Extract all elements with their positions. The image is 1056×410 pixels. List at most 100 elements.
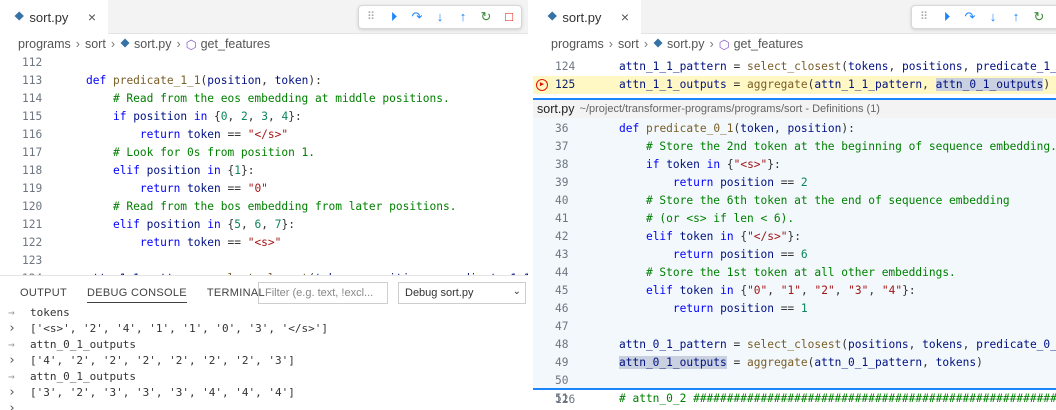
restart-icon[interactable]: ↻ [1033,10,1045,24]
line-number[interactable]: 116 [22,126,52,144]
code-line[interactable]: 36 def predicate_0_1(token, position): [533,120,1056,138]
line-number[interactable]: 46 [555,300,585,318]
code-line[interactable]: 113 def predicate_1_1(position, token): [0,72,528,90]
code-line[interactable]: 41 # (or <s> if len < 6). [533,210,1056,228]
line-number[interactable]: 39 [555,174,585,192]
line-number[interactable]: 43 [555,246,585,264]
line-number[interactable]: 123 [22,252,52,270]
line-number[interactable]: 122 [22,234,52,252]
debug-session-select[interactable]: Debug sort.py ⌄ [398,282,526,304]
close-icon[interactable]: × [621,9,629,25]
peek-definition-editor[interactable]: 36 def predicate_0_1(token, position): 37 … [533,118,1056,405]
line-number[interactable]: 113 [22,72,52,90]
code-line[interactable]: 114 # Read from the eos embedding at mid… [0,90,528,108]
line-number[interactable]: 114 [22,90,52,108]
line-number[interactable]: 38 [555,156,585,174]
line-number[interactable]: 36 [555,120,585,138]
step-into-icon[interactable]: ↓ [434,10,446,24]
step-out-icon[interactable]: ↑ [1010,10,1022,24]
code-line[interactable]: 44 # Store the 1st token at all other em… [533,264,1056,282]
breakpoint-icon[interactable]: ▶ [536,79,548,91]
line-number[interactable]: 40 [555,192,585,210]
line-number[interactable]: 41 [555,210,585,228]
code-line[interactable]: 126 [533,391,1056,409]
code-line[interactable]: 45 elif token in {"0", "1", "2", "3", "4… [533,282,1056,300]
code-editor-after[interactable]: 126 [533,391,1056,410]
line-number[interactable]: 49 [555,354,585,372]
code-line[interactable]: 43 return position == 6 [533,246,1056,264]
tab-output[interactable]: OUTPUT [20,287,67,299]
code-line[interactable]: 47 [533,318,1056,336]
code-line[interactable]: 119 return token == "0" [0,180,528,198]
step-out-icon[interactable]: ↑ [457,10,469,24]
line-number[interactable]: 121 [22,216,52,234]
line-number[interactable]: 112 [22,54,52,72]
tab-sort-py[interactable]: ⯁ sort.py × [0,0,108,34]
code-line[interactable]: 118 elif position in {1}: [0,162,528,180]
code-line[interactable]: 124 attn_1_1_pattern = select_closest(tok… [533,58,1056,76]
code-line[interactable]: 120 # Read from the bos embedding from l… [0,198,528,216]
stop-icon[interactable]: □ [503,10,515,24]
code-text: attn_1_1_pattern = select_closest(tokens… [619,60,1056,73]
code-line[interactable]: 112 [0,54,528,72]
breadcrumb-symbol[interactable]: get_features [734,37,804,51]
line-number[interactable]: 47 [555,318,585,336]
line-number[interactable]: 125 [555,76,585,94]
breadcrumb-file[interactable]: sort.py [134,37,172,51]
code-line[interactable]: 116 return token == "</s>" [0,126,528,144]
breadcrumb-sort[interactable]: sort [618,37,639,51]
tab-debug-console[interactable]: DEBUG CONSOLE [87,283,187,303]
step-into-icon[interactable]: ↓ [987,10,999,24]
code-editor[interactable]: 112 113 def predicate_1_1(position, token)… [0,54,528,303]
code-line[interactable]: 122 return token == "<s>" [0,234,528,252]
close-icon[interactable]: × [88,9,96,25]
line-number[interactable]: 44 [555,264,585,282]
line-number[interactable]: 37 [555,138,585,156]
continue-icon[interactable]: ⏵ [388,10,400,24]
breadcrumb-symbol[interactable]: get_features [201,37,271,51]
line-number[interactable]: 48 [555,336,585,354]
line-number[interactable]: 117 [22,144,52,162]
step-over-icon[interactable]: ↷ [964,10,976,24]
debug-console[interactable]: → tokens › ['<s>', '2', '4', '1', '1', '0',… [0,306,528,410]
code-line[interactable]: 42 elif token in {"</s>"}: [533,228,1056,246]
code-line[interactable]: 49 attn_0_1_outputs = aggregate(attn_0_1_… [533,354,1056,372]
tab-sort-py[interactable]: ⯁ sort.py × [533,0,641,34]
code-line[interactable]: 46 return position == 1 [533,300,1056,318]
code-line[interactable]: 121 elif position in {5, 6, 7}: [0,216,528,234]
drag-grip-icon[interactable]: ⠿ [918,10,930,24]
code-text: if position in {0, 2, 3, 4}: [112,110,302,123]
code-line[interactable]: 38 if token in {"<s>"}: [533,156,1056,174]
code-line[interactable]: 37 # Store the 2nd token at the beginnin… [533,138,1056,156]
line-number[interactable]: 120 [22,198,52,216]
breadcrumb-sort[interactable]: sort [85,37,106,51]
code-line[interactable]: 115 if position in {0, 2, 3, 4}: [0,108,528,126]
code-line[interactable]: 39 return position == 2 [533,174,1056,192]
code-line[interactable]: 50 [533,372,1056,390]
line-number[interactable]: 124 [555,58,585,76]
code-line[interactable]: 40 # Store the 6th token at the end of s… [533,192,1056,210]
step-over-icon[interactable]: ↷ [411,10,423,24]
line-number[interactable]: 42 [555,228,585,246]
restart-icon[interactable]: ↻ [480,10,492,24]
python-file-icon: ⯁ [14,9,25,24]
line-number[interactable]: 118 [22,162,52,180]
code-editor[interactable]: 124 attn_1_1_pattern = select_closest(tok… [533,58,1056,96]
line-number[interactable]: 126 [555,391,585,409]
continue-icon[interactable]: ⏵ [941,10,953,24]
peek-file[interactable]: sort.py [537,102,575,116]
line-number[interactable]: 115 [22,108,52,126]
code-line[interactable]: 117 # Look for 0s from position 1. [0,144,528,162]
line-number[interactable]: 119 [22,180,52,198]
breadcrumb-programs[interactable]: programs [551,37,604,51]
line-number[interactable]: 50 [555,372,585,390]
code-line[interactable]: 125 attn_1_1_outputs = aggregate(attn_1_1… [533,76,1056,94]
breadcrumb-programs[interactable]: programs [18,37,71,51]
drag-grip-icon[interactable]: ⠿ [365,10,377,24]
console-filter-input[interactable]: Filter (e.g. text, !excl... [258,282,388,304]
code-line[interactable]: 123 [0,252,528,270]
tab-terminal[interactable]: TERMINAL [207,287,265,299]
line-number[interactable]: 45 [555,282,585,300]
code-line[interactable]: 48 attn_0_1_pattern = select_closest(posi… [533,336,1056,354]
breadcrumb-file[interactable]: sort.py [667,37,705,51]
